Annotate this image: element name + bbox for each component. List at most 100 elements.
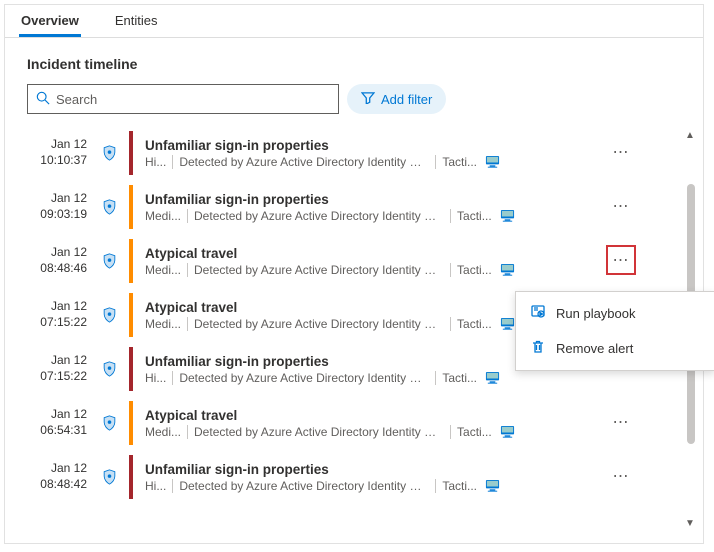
incident-panel: Overview Entities Incident timeline Add … xyxy=(4,4,704,544)
divider xyxy=(450,425,451,439)
detected-by: Detected by Azure Active Directory Ident… xyxy=(179,155,429,169)
shield-icon xyxy=(97,469,121,485)
severity-text: Medi... xyxy=(145,425,181,439)
severity-text: Medi... xyxy=(145,263,181,277)
timeline-row[interactable]: Jan 12 10:10:37 Unfamiliar sign-in prope… xyxy=(5,126,663,180)
time-label: 07:15:22 xyxy=(5,315,87,331)
more-actions-button[interactable]: ⋯ xyxy=(607,462,635,490)
menu-run-playbook-label: Run playbook xyxy=(556,306,636,321)
tabs: Overview Entities xyxy=(5,5,703,38)
divider xyxy=(187,263,188,277)
more-actions-button[interactable]: ⋯ xyxy=(607,138,635,166)
alert-title: Unfamiliar sign-in properties xyxy=(145,462,655,477)
tab-overview[interactable]: Overview xyxy=(19,5,81,37)
shield-icon xyxy=(97,307,121,323)
divider xyxy=(450,317,451,331)
alert-content: Unfamiliar sign-in properties Hi... Dete… xyxy=(133,138,663,169)
divider xyxy=(435,371,436,385)
alert-content: Atypical travel Medi... Detected by Azur… xyxy=(133,408,663,439)
tab-entities[interactable]: Entities xyxy=(113,5,160,37)
divider xyxy=(435,479,436,493)
search-box[interactable] xyxy=(27,84,339,114)
time-label: 08:48:46 xyxy=(5,261,87,277)
monitor-icon xyxy=(485,155,500,168)
date-label: Jan 12 xyxy=(5,299,87,315)
search-icon xyxy=(36,91,50,108)
timeline-row[interactable]: Jan 12 08:48:42 Unfamiliar sign-in prope… xyxy=(5,450,663,504)
timestamp: Jan 12 08:48:46 xyxy=(5,245,97,276)
section-title: Incident timeline xyxy=(5,38,703,84)
time-label: 09:03:19 xyxy=(5,207,87,223)
playbook-icon xyxy=(530,304,546,323)
date-label: Jan 12 xyxy=(5,353,87,369)
trash-icon xyxy=(530,339,546,358)
tactics-label: Tacti... xyxy=(457,209,492,223)
tactics-label: Tacti... xyxy=(442,155,477,169)
alert-title: Atypical travel xyxy=(145,408,655,423)
shield-icon xyxy=(97,145,121,161)
detected-by: Detected by Azure Active Directory Ident… xyxy=(194,209,444,223)
search-input[interactable] xyxy=(56,92,330,107)
alert-title: Atypical travel xyxy=(145,246,655,261)
monitor-icon xyxy=(485,479,500,492)
menu-remove-alert[interactable]: Remove alert xyxy=(516,331,714,366)
timestamp: Jan 12 06:54:31 xyxy=(5,407,97,438)
timestamp: Jan 12 07:15:22 xyxy=(5,353,97,384)
context-menu: Run playbook Remove alert xyxy=(515,291,714,371)
date-label: Jan 12 xyxy=(5,461,87,477)
date-label: Jan 12 xyxy=(5,191,87,207)
shield-icon xyxy=(97,361,121,377)
divider xyxy=(172,155,173,169)
severity-text: Hi... xyxy=(145,479,166,493)
time-label: 07:15:22 xyxy=(5,369,87,385)
alert-content: Unfamiliar sign-in properties Medi... De… xyxy=(133,192,663,223)
more-actions-button[interactable]: ⋯ xyxy=(607,246,635,274)
timestamp: Jan 12 07:15:22 xyxy=(5,299,97,330)
divider xyxy=(450,263,451,277)
shield-icon xyxy=(97,199,121,215)
tactics-label: Tacti... xyxy=(457,425,492,439)
filter-icon xyxy=(361,92,375,107)
date-label: Jan 12 xyxy=(5,245,87,261)
time-label: 08:48:42 xyxy=(5,477,87,493)
tactics-label: Tacti... xyxy=(457,263,492,277)
monitor-icon xyxy=(500,317,515,330)
date-label: Jan 12 xyxy=(5,407,87,423)
add-filter-button[interactable]: Add filter xyxy=(347,84,446,114)
menu-run-playbook[interactable]: Run playbook xyxy=(516,296,714,331)
severity-text: Medi... xyxy=(145,209,181,223)
detected-by: Detected by Azure Active Directory Ident… xyxy=(194,317,444,331)
date-label: Jan 12 xyxy=(5,137,87,153)
divider xyxy=(172,371,173,385)
divider xyxy=(187,425,188,439)
scroll-up-icon[interactable]: ▲ xyxy=(683,128,697,142)
timeline-row[interactable]: Jan 12 09:03:19 Unfamiliar sign-in prope… xyxy=(5,180,663,234)
detected-by: Detected by Azure Active Directory Ident… xyxy=(179,371,429,385)
detected-by: Detected by Azure Active Directory Ident… xyxy=(194,263,444,277)
timestamp: Jan 12 10:10:37 xyxy=(5,137,97,168)
scroll-down-icon[interactable]: ▼ xyxy=(683,516,697,530)
more-actions-button[interactable]: ⋯ xyxy=(607,192,635,220)
more-actions-button[interactable]: ⋯ xyxy=(607,408,635,436)
time-label: 10:10:37 xyxy=(5,153,87,169)
divider xyxy=(450,209,451,223)
timeline-row[interactable]: Jan 12 08:48:46 Atypical travel Medi... … xyxy=(5,234,663,288)
divider xyxy=(187,209,188,223)
severity-text: Medi... xyxy=(145,317,181,331)
alert-title: Unfamiliar sign-in properties xyxy=(145,192,655,207)
timeline-row[interactable]: Jan 12 06:54:31 Atypical travel Medi... … xyxy=(5,396,663,450)
timestamp: Jan 12 09:03:19 xyxy=(5,191,97,222)
filter-row: Add filter xyxy=(5,84,703,122)
monitor-icon xyxy=(485,371,500,384)
shield-icon xyxy=(97,415,121,431)
divider xyxy=(172,479,173,493)
monitor-icon xyxy=(500,263,515,276)
divider xyxy=(435,155,436,169)
tactics-label: Tacti... xyxy=(457,317,492,331)
monitor-icon xyxy=(500,209,515,222)
detected-by: Detected by Azure Active Directory Ident… xyxy=(194,425,444,439)
detected-by: Detected by Azure Active Directory Ident… xyxy=(179,479,429,493)
menu-remove-alert-label: Remove alert xyxy=(556,341,633,356)
shield-icon xyxy=(97,253,121,269)
monitor-icon xyxy=(500,425,515,438)
